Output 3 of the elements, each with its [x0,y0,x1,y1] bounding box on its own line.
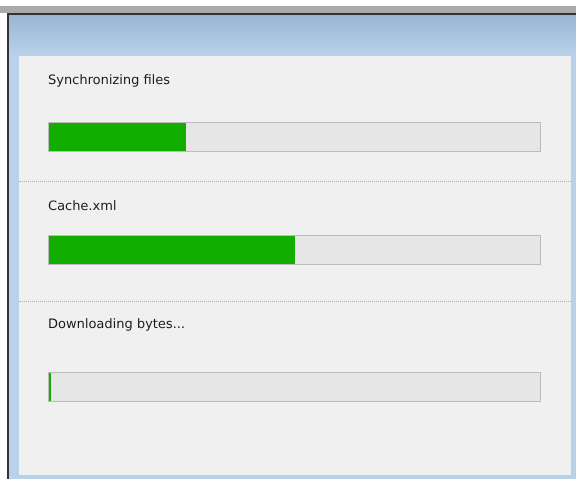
task-label: Cache.xml [48,198,117,216]
task-label: Downloading bytes... [48,316,186,334]
task-label: Synchronizing files [48,72,170,90]
